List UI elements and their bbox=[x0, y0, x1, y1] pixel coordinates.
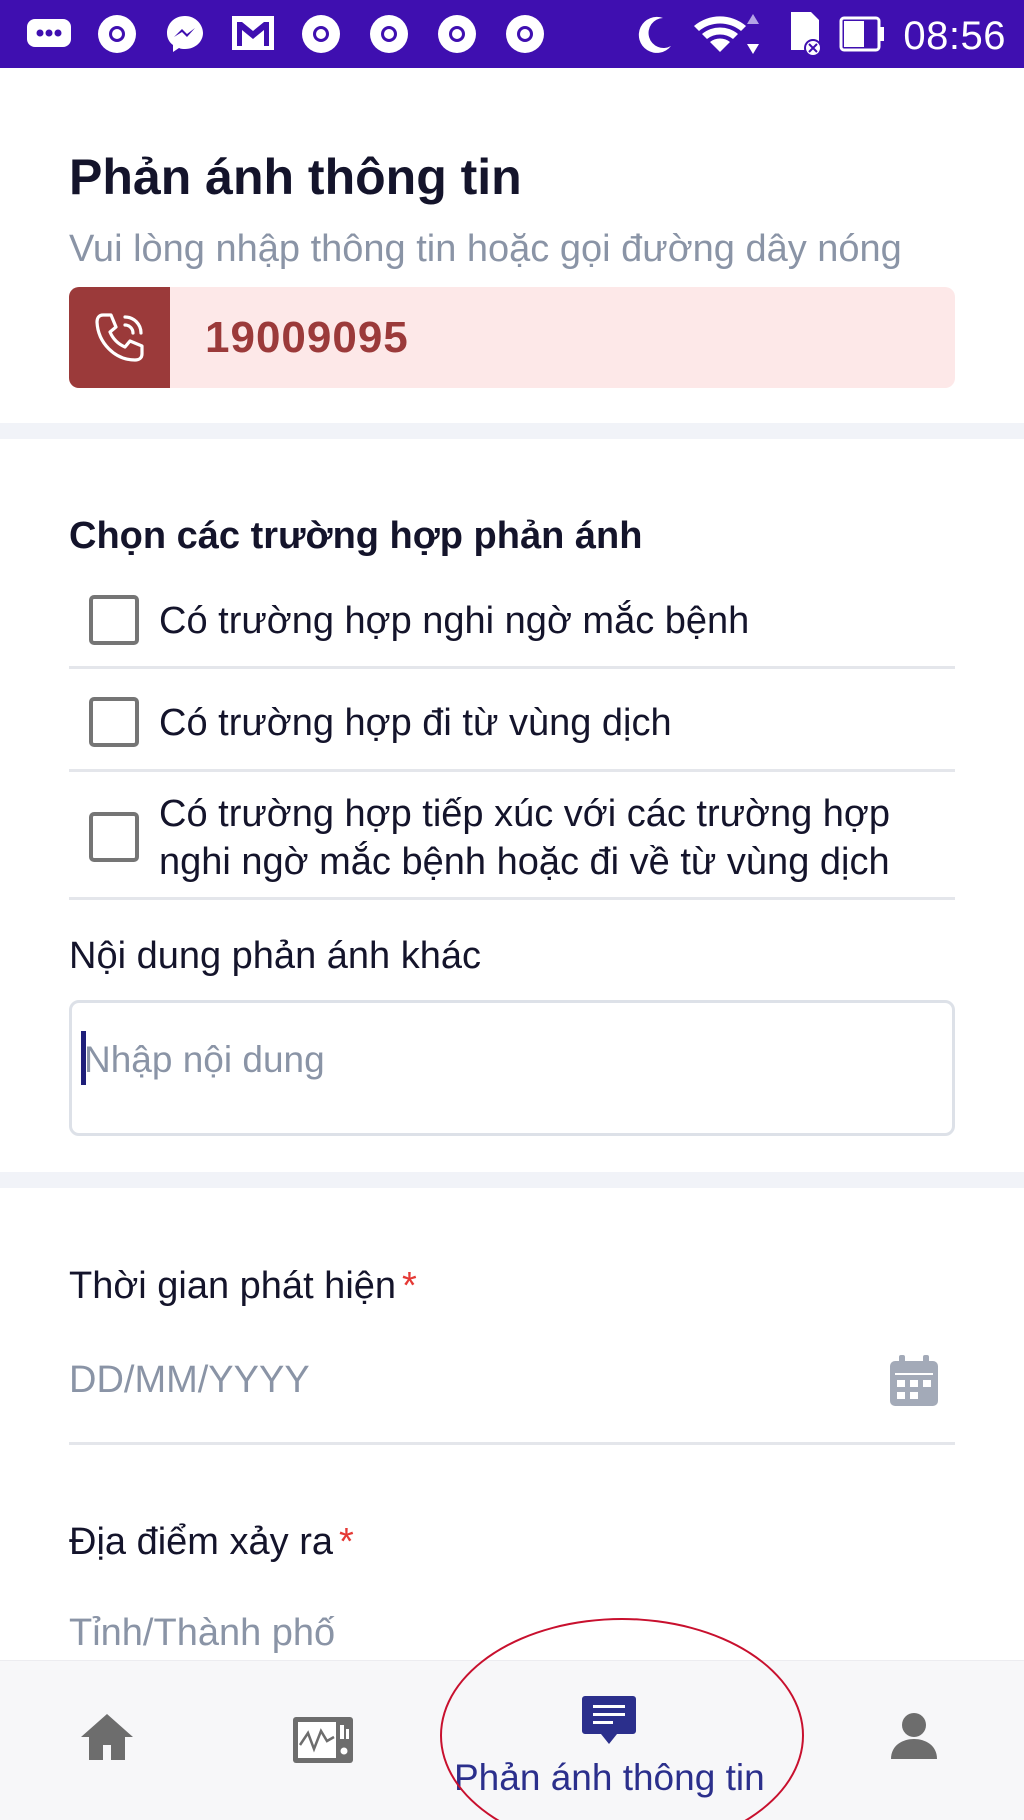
chrome-icon bbox=[432, 12, 482, 56]
chrome-icon bbox=[364, 12, 414, 56]
other-content-placeholder: Nhập nội dung bbox=[84, 1039, 325, 1080]
checkbox[interactable] bbox=[89, 812, 139, 862]
case-option-label: Có trường hợp đi từ vùng dịch bbox=[159, 702, 672, 744]
user-icon bbox=[889, 1711, 939, 1766]
case-option-contact[interactable]: Có trường hợp tiếp xúc với các trường hợ… bbox=[69, 772, 955, 900]
messages-icon bbox=[24, 12, 74, 56]
cases-label: Chọn các trường hợp phản ánh bbox=[69, 515, 643, 557]
hotline-number: 19009095 bbox=[205, 313, 409, 362]
messenger-icon bbox=[160, 12, 210, 56]
other-content-input[interactable]: Nhập nội dung bbox=[69, 1000, 955, 1136]
system-icons: 08:56 bbox=[635, 10, 1006, 63]
page-subtitle: Vui lòng nhập thông tin hoặc gọi đường d… bbox=[69, 228, 902, 270]
sd-card-icon bbox=[783, 10, 823, 63]
bottom-nav: Phản ánh thông tin bbox=[0, 1660, 1024, 1820]
gmail-icon bbox=[228, 12, 278, 56]
clock: 08:56 bbox=[903, 14, 1006, 58]
other-content-label: Nội dung phản ánh khác bbox=[69, 935, 481, 977]
nav-profile[interactable] bbox=[889, 1711, 939, 1766]
required-mark: * bbox=[338, 1521, 354, 1563]
nav-report[interactable]: Phản ánh thông tin bbox=[454, 1694, 765, 1799]
chrome-icon bbox=[92, 12, 142, 56]
nav-home[interactable] bbox=[78, 1711, 136, 1768]
case-option-from-epidemic-area[interactable]: Có trường hợp đi từ vùng dịch bbox=[69, 669, 955, 772]
home-icon bbox=[78, 1711, 136, 1768]
moon-icon bbox=[635, 12, 675, 61]
detection-date-field[interactable]: DD/MM/YYYY bbox=[69, 1345, 955, 1445]
phone-icon bbox=[69, 287, 170, 388]
case-option-label: Có trường hợp tiếp xúc với các trường hợ… bbox=[159, 793, 890, 883]
chrome-icon bbox=[500, 12, 550, 56]
notification-icons bbox=[24, 12, 550, 56]
checkbox[interactable] bbox=[89, 595, 139, 645]
chrome-icon bbox=[296, 12, 346, 56]
checkbox[interactable] bbox=[89, 697, 139, 747]
wifi-icon bbox=[691, 10, 767, 63]
nav-report-label: Phản ánh thông tin bbox=[454, 1757, 765, 1798]
case-option-suspected[interactable]: Có trường hợp nghi ngờ mắc bệnh bbox=[69, 580, 955, 669]
section-divider bbox=[0, 1172, 1024, 1188]
required-mark: * bbox=[402, 1265, 417, 1307]
monitor-chart-icon bbox=[291, 1715, 355, 1770]
location-label: Địa điểm xảy ra * bbox=[69, 1521, 354, 1564]
detection-time-label-text: Thời gian phát hiện bbox=[69, 1265, 397, 1307]
status-bar: 08:56 bbox=[0, 0, 1024, 68]
hotline-button[interactable]: 19009095 bbox=[69, 287, 955, 388]
battery-icon bbox=[839, 14, 887, 59]
province-select[interactable]: Tỉnh/Thành phố bbox=[69, 1612, 335, 1655]
calendar-icon[interactable] bbox=[887, 1353, 941, 1414]
case-option-label: Có trường hợp nghi ngờ mắc bệnh bbox=[159, 600, 750, 642]
nav-monitor[interactable] bbox=[291, 1715, 355, 1770]
chat-report-icon bbox=[581, 1694, 637, 1751]
date-placeholder: DD/MM/YYYY bbox=[69, 1359, 310, 1401]
location-label-text: Địa điểm xảy ra bbox=[69, 1521, 333, 1563]
section-divider bbox=[0, 423, 1024, 439]
detection-time-label: Thời gian phát hiện * bbox=[69, 1265, 417, 1308]
page-title: Phản ánh thông tin bbox=[69, 149, 522, 205]
